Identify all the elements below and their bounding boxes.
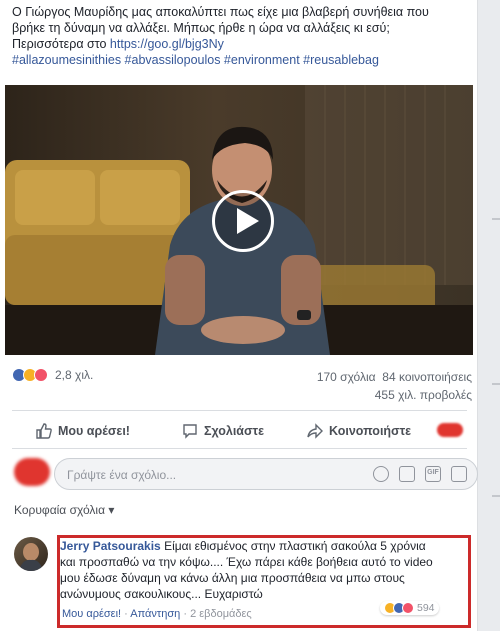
gif-icon[interactable]: GIF [425, 466, 441, 482]
like-button[interactable]: Μου αρέσει! [36, 423, 130, 439]
stats-right: 170 σχόλια 84 κοινοποιήσεις 455 χιλ. προ… [317, 368, 472, 404]
post-link[interactable]: https://goo.gl/bjg3Ny [110, 37, 224, 51]
share-count[interactable]: 84 κοινοποιήσεις [382, 370, 472, 384]
commenter-avatar-image [19, 543, 43, 571]
gutter-divider [492, 383, 500, 385]
comment-input-tools: GIF [373, 466, 467, 482]
like-button-label: Μου αρέσει! [58, 424, 130, 438]
love-reaction-icon [402, 602, 414, 614]
right-gutter [478, 0, 500, 631]
comment-meta: Μου αρέσει! · Απάντηση · 2 εβδομάδες [62, 608, 252, 620]
comment-reactions[interactable]: 594 [380, 601, 439, 615]
camera-icon[interactable] [399, 466, 415, 482]
comment-author[interactable]: Jerry Patsourakis [60, 539, 161, 553]
comment-body: Jerry Patsourakis Είμαι εθισμένος στην π… [60, 538, 440, 602]
comment-input[interactable]: Γράψτε ένα σχόλιο... GIF [54, 458, 478, 490]
commenter-avatar[interactable] [14, 537, 48, 571]
divider [12, 410, 467, 411]
reaction-count: 2,8 χιλ. [55, 368, 94, 382]
user-avatar [14, 458, 50, 486]
emoji-icon[interactable] [373, 466, 389, 482]
divider [12, 448, 467, 449]
post-text-line-2: βρήκε τη δύναμη να αλλάξει. Μήπως ήρθε η… [12, 21, 390, 35]
comment-count[interactable]: 170 σχόλια [317, 370, 376, 384]
facebook-post-card: Ο Γιώργος Μαυρίδης μας αποκαλύπτει πως ε… [0, 0, 478, 631]
share-arrow-icon [307, 423, 323, 439]
post-hashtags[interactable]: #allazoumesinithies #abvassilopoulos #en… [12, 52, 472, 68]
play-button[interactable] [212, 190, 274, 252]
comment-reply-link[interactable]: Απάντηση [130, 608, 180, 620]
comment-button-label: Σχολιάστε [204, 424, 265, 438]
share-button[interactable]: Κοινοποιήστε [307, 423, 411, 439]
comment-sort-dropdown[interactable]: Κορυφαία σχόλια ▾ [14, 503, 114, 517]
thumbs-up-icon [36, 423, 52, 439]
comments-shares-line: 170 σχόλια 84 κοινοποιήσεις [317, 368, 472, 386]
post-text-line-1: Ο Γιώργος Μαυρίδης μας αποκαλύπτει πως ε… [12, 5, 429, 19]
gutter-divider [492, 218, 500, 220]
reactions-summary[interactable]: 2,8 χιλ. [12, 368, 93, 382]
comment-reaction-count: 594 [417, 602, 435, 614]
view-count: 455 χιλ. προβολές [374, 388, 472, 402]
video-player[interactable] [5, 85, 473, 355]
comment-like-link[interactable]: Μου αρέσει! [62, 608, 121, 620]
page-avatar-selector[interactable] [437, 423, 463, 437]
post-text-more-prefix: Περισσότερα στο [12, 37, 110, 51]
comment-bubble-icon [183, 424, 197, 439]
comment-input-placeholder: Γράψτε ένα σχόλιο... [67, 468, 177, 482]
post-text: Ο Γιώργος Μαυρίδης μας αποκαλύπτει πως ε… [12, 4, 472, 68]
sticker-icon[interactable] [451, 466, 467, 482]
comment-button[interactable]: Σχολιάστε [182, 423, 264, 439]
love-reaction-icon [34, 368, 48, 382]
post-text-line-3: Περισσότερα στο https://goo.gl/bjg3Ny [12, 36, 472, 52]
comment-timestamp[interactable]: 2 εβδομάδες [190, 608, 252, 620]
share-button-label: Κοινοποιήστε [329, 424, 412, 438]
post-actions-bar: Μου αρέσει! Σχολιάστε Κοινοποιήστε [12, 416, 467, 446]
gutter-divider [492, 495, 500, 497]
comment-composer: Γράψτε ένα σχόλιο... GIF [12, 452, 478, 494]
